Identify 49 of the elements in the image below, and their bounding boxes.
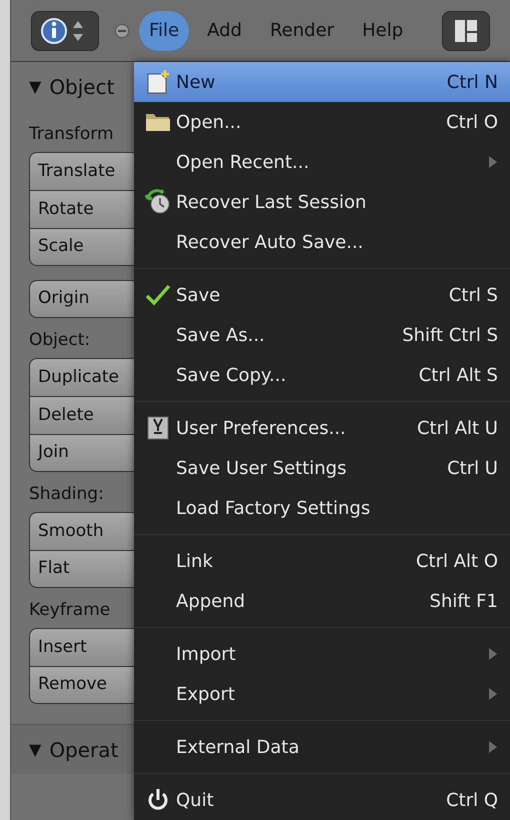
menu-item[interactable]: Recover Auto Save...: [134, 222, 510, 262]
group-label: Transform: [29, 124, 114, 144]
panel-title: Object: [49, 74, 114, 101]
tool-button[interactable]: Join: [29, 434, 134, 472]
tool-button[interactable]: Scale: [29, 228, 134, 266]
menu-item[interactable]: Add: [197, 10, 252, 50]
menu-item[interactable]: Recover Last Session: [134, 182, 510, 222]
group-label: Object:: [29, 330, 90, 350]
menu-item[interactable]: Quit Ctrl Q: [134, 780, 510, 820]
folder-icon: [145, 111, 171, 133]
menu-item[interactable]: Import: [134, 634, 510, 674]
tool-button[interactable]: Duplicate: [29, 358, 134, 396]
expand-toggle[interactable]: ▼: [29, 75, 42, 99]
menu-item[interactable]: Export: [134, 674, 510, 714]
menu-item[interactable]: Save As... Shift Ctrl S: [134, 315, 510, 355]
menu-item[interactable]: Link Ctrl Alt O: [134, 541, 510, 581]
menu-item[interactable]: Save User Settings Ctrl U: [134, 448, 510, 488]
tool-button[interactable]: Rotate: [29, 190, 134, 228]
layout-icon: [454, 18, 478, 42]
tool-button[interactable]: Origin: [29, 280, 134, 318]
tool-button[interactable]: Smooth: [29, 512, 134, 550]
menu-item[interactable]: Append Shift F1: [134, 581, 510, 621]
menu-item[interactable]: Help: [352, 10, 414, 50]
menu-item[interactable]: Save Copy... Ctrl Alt S: [134, 355, 510, 395]
menu-item[interactable]: User Preferences... Ctrl Alt U: [134, 408, 510, 448]
tool-button[interactable]: Remove: [29, 666, 134, 704]
check-icon: [145, 283, 171, 307]
panel-title: Operat: [49, 736, 118, 764]
tool-button[interactable]: Delete: [29, 396, 134, 434]
editor-type-button[interactable]: [31, 10, 99, 50]
tool-button[interactable]: Flat: [29, 550, 134, 588]
menu-item[interactable]: External Data: [134, 727, 510, 767]
expand-toggle[interactable]: ▼: [29, 738, 42, 762]
tool-button[interactable]: Insert: [29, 628, 134, 666]
menu-item[interactable]: New Ctrl N: [134, 62, 510, 102]
group-label: Shading:: [29, 484, 104, 504]
collapse-icon[interactable]: [115, 24, 129, 38]
menu-item[interactable]: Open Recent...: [134, 142, 510, 182]
group-label: Keyframe: [29, 600, 110, 620]
menu-item[interactable]: Render: [260, 10, 344, 50]
document-icon: [145, 69, 171, 95]
preferences-icon: [146, 415, 170, 441]
tool-button[interactable]: Translate: [29, 152, 134, 190]
clock-arrow-icon: [145, 189, 171, 215]
menu-item[interactable]: File: [139, 10, 190, 50]
menu-item[interactable]: Save Ctrl S: [134, 275, 510, 315]
menu-item[interactable]: Load Factory Settings: [134, 488, 510, 528]
layout-button[interactable]: [442, 10, 490, 50]
menu-item[interactable]: Open... Ctrl O: [134, 102, 510, 142]
